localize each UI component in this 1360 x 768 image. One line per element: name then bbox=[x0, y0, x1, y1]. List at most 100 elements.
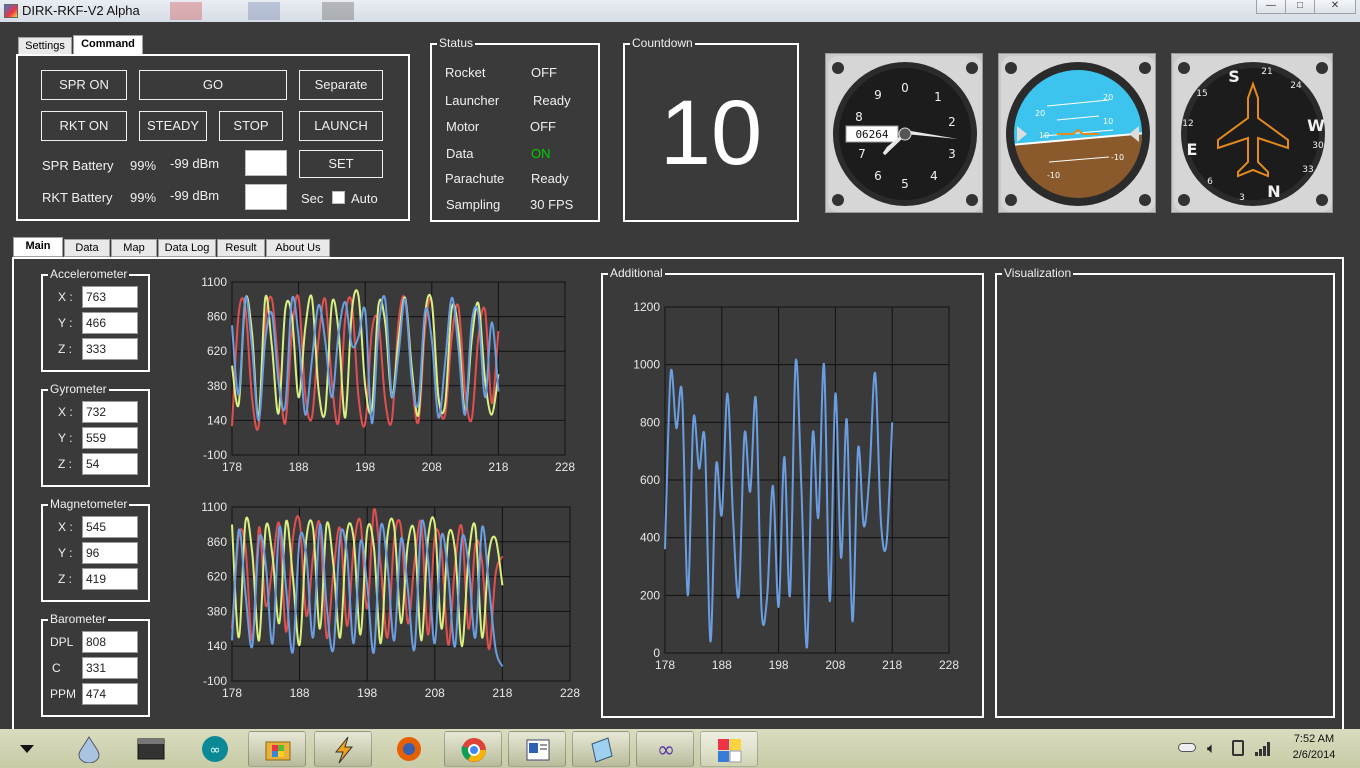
clock-date[interactable]: 2/6/2014 bbox=[1284, 749, 1344, 761]
taskbar-terminal-app[interactable] bbox=[122, 731, 180, 767]
launch-button[interactable]: LAUNCH bbox=[299, 111, 383, 141]
tab-main[interactable]: Main bbox=[13, 237, 63, 257]
altimeter-number: 4 bbox=[930, 169, 938, 183]
magnetometer-y-label: Y : bbox=[58, 546, 73, 560]
attitude-pitch-label: -10 bbox=[1047, 171, 1060, 180]
y-tick-label: 380 bbox=[207, 379, 227, 393]
altimeter-number: 2 bbox=[948, 115, 956, 129]
taskbar-droplet-app[interactable] bbox=[60, 731, 118, 767]
tab-data[interactable]: Data bbox=[64, 239, 110, 257]
background-window-thumbnail bbox=[322, 2, 354, 20]
heading-number: 21 bbox=[1261, 67, 1272, 77]
status-launcher-value: Ready bbox=[533, 93, 571, 108]
accelerometer-x-field[interactable]: 763 bbox=[82, 286, 138, 308]
set-button[interactable]: SET bbox=[299, 150, 383, 178]
heading-letter-w: W bbox=[1307, 116, 1325, 135]
spr-battery-percent: 99% bbox=[130, 158, 157, 173]
accelerometer-z-field[interactable]: 333 bbox=[82, 338, 138, 360]
auto-label: Auto bbox=[351, 191, 378, 206]
accelerometer-x-label: X : bbox=[58, 290, 73, 304]
sensor-chart-bottom: -1001403806208601100178 188 198 208 218 228 bbox=[201, 500, 580, 700]
gyrometer-group: Gyrometer X : 732 Y : 559 Z : 54 bbox=[41, 382, 150, 487]
taskbar-visual-studio-app[interactable]: ∞ bbox=[636, 731, 694, 767]
altimeter-counter: 06264 bbox=[855, 128, 888, 141]
altimeter-number: 8 bbox=[855, 110, 863, 124]
toggle-tray-icon[interactable] bbox=[1178, 743, 1196, 752]
gyrometer-x-field[interactable]: 732 bbox=[82, 401, 138, 423]
auto-checkbox[interactable] bbox=[332, 191, 345, 204]
barometer-dpl-label: DPL bbox=[50, 635, 74, 649]
barometer-ppm-field[interactable]: 474 bbox=[82, 683, 138, 705]
volume-icon[interactable]: 🔈︎ bbox=[1207, 740, 1216, 757]
attitude-pitch-label: 20 bbox=[1103, 93, 1113, 102]
magnetometer-x-field[interactable]: 545 bbox=[82, 516, 138, 538]
minimize-button[interactable]: — bbox=[1256, 0, 1286, 14]
separate-button[interactable]: Separate bbox=[299, 70, 383, 100]
clock-time[interactable]: 7:52 AM bbox=[1284, 733, 1344, 745]
window-title: DIRK-RKF-V2 Alpha bbox=[22, 3, 140, 18]
taskbar-notepad-app[interactable] bbox=[572, 731, 630, 767]
tab-about-us[interactable]: About Us bbox=[266, 239, 330, 257]
barometer-dpl-field[interactable]: 808 bbox=[82, 631, 138, 653]
battery-icon[interactable] bbox=[1232, 740, 1244, 756]
magnetometer-z-field[interactable]: 419 bbox=[82, 568, 138, 590]
y-tick-label: 1000 bbox=[633, 358, 660, 372]
close-button[interactable]: ✕ bbox=[1314, 0, 1356, 14]
x-tick-label: 188 bbox=[712, 658, 732, 672]
tab-command[interactable]: Command bbox=[73, 35, 143, 55]
y-tick-label: 620 bbox=[207, 570, 227, 584]
chrome-icon bbox=[461, 738, 486, 762]
accelerometer-y-field[interactable]: 466 bbox=[82, 312, 138, 334]
accelerometer-z-label: Z : bbox=[58, 342, 72, 356]
app-icon bbox=[4, 4, 18, 18]
x-tick-label: 198 bbox=[355, 460, 375, 474]
tab-settings[interactable]: Settings bbox=[18, 37, 72, 55]
windows-explorer-icon bbox=[265, 741, 291, 761]
heading-letter-e: E bbox=[1187, 140, 1198, 159]
background-window-thumbnail bbox=[248, 2, 280, 20]
gyrometer-y-field[interactable]: 559 bbox=[82, 427, 138, 449]
status-sampling-value: 30 FPS bbox=[530, 197, 574, 212]
heading-indicator-gauge: S W N E 21 24 30 33 3 6 12 15 bbox=[1171, 53, 1333, 213]
show-hidden-toolbar-icon[interactable] bbox=[20, 745, 34, 753]
heading-number: 30 bbox=[1312, 141, 1324, 151]
spr-on-button[interactable]: SPR ON bbox=[41, 70, 127, 100]
rkt-battery-label: RKT Battery bbox=[42, 190, 113, 205]
y-tick-label: 200 bbox=[640, 588, 660, 602]
document-icon bbox=[526, 739, 550, 761]
taskbar-arduino-app[interactable]: ∞ bbox=[186, 731, 244, 767]
tab-data-log[interactable]: Data Log bbox=[158, 239, 216, 257]
taskbar-explorer-app[interactable] bbox=[248, 731, 306, 767]
taskbar-rkf-app[interactable] bbox=[700, 731, 758, 767]
taskbar-chrome-app[interactable] bbox=[444, 731, 502, 767]
taskbar-document-app[interactable] bbox=[508, 731, 566, 767]
status-rocket-label: Rocket bbox=[445, 65, 486, 80]
maximize-button[interactable]: □ bbox=[1285, 0, 1315, 14]
altimeter-number: 5 bbox=[901, 177, 909, 191]
taskbar-firefox-app[interactable] bbox=[380, 731, 438, 767]
steady-button[interactable]: STEADY bbox=[139, 111, 207, 141]
magnetometer-x-label: X : bbox=[58, 520, 73, 534]
network-signal-icon[interactable] bbox=[1254, 739, 1272, 757]
tab-result[interactable]: Result bbox=[217, 239, 265, 257]
countdown-seconds-input[interactable] bbox=[245, 150, 287, 176]
taskbar-winamp-app[interactable] bbox=[314, 731, 372, 767]
auto-interval-input[interactable] bbox=[245, 184, 287, 210]
tab-map[interactable]: Map bbox=[111, 239, 157, 257]
magnetometer-y-field[interactable]: 96 bbox=[82, 542, 138, 564]
x-tick-label: 208 bbox=[425, 686, 445, 700]
heading-letter-n: N bbox=[1267, 182, 1280, 201]
x-tick-label: 218 bbox=[492, 686, 512, 700]
x-tick-label: 178 bbox=[222, 686, 242, 700]
gyrometer-z-field[interactable]: 54 bbox=[82, 453, 138, 475]
rkt-on-button[interactable]: RKT ON bbox=[41, 111, 127, 141]
status-data-label: Data bbox=[446, 146, 474, 161]
sensor-chart-top: -1001403806208601100178 188 198 208 218 228 bbox=[201, 275, 575, 474]
go-button[interactable]: GO bbox=[139, 70, 287, 100]
barometer-c-field[interactable]: 331 bbox=[82, 657, 138, 679]
visualization-panel: Visualization bbox=[995, 266, 1335, 718]
gyrometer-y-label: Y : bbox=[58, 431, 73, 445]
stop-button[interactable]: STOP bbox=[219, 111, 283, 141]
magnetometer-title: Magnetometer bbox=[48, 497, 130, 511]
attitude-pitch-label: -10 bbox=[1111, 153, 1124, 162]
